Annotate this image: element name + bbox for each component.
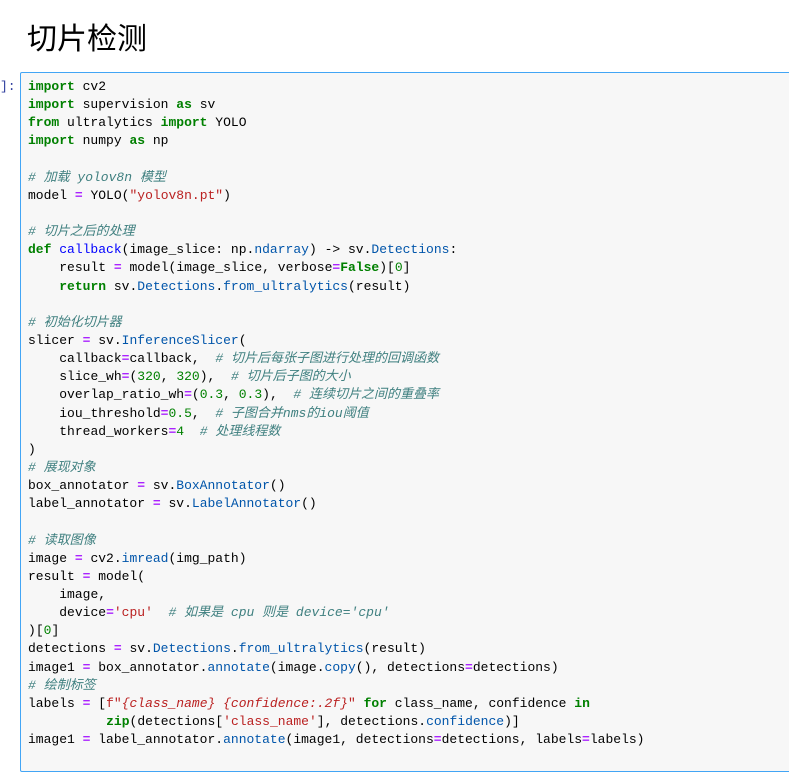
code-line: image, [59,586,107,602]
code-line: )[0] [28,623,60,639]
code-line: callback=callback, # 切片后每张子图进行处理的回调函数 [59,351,439,367]
page-title: 切片检测 [27,22,147,57]
code-line: # 切片之后的处理 [28,224,135,240]
code-line: overlap_ratio_wh=(0.3, 0.3), # 连续切片之间的重叠… [59,387,439,403]
code-line: iou_threshold=0.5, # 子图合并nms的iou阈值 [59,405,369,421]
code-line: # 初始化切片器 [28,314,122,330]
code-line: label_annotator = sv.LabelAnnotator() [28,496,317,512]
code-line: detections = sv.Detections.from_ultralyt… [28,641,426,657]
code-line: image1 = label_annotator.annotate(image1… [28,732,645,748]
code-line: # 展现对象 [28,459,96,475]
code-line: return sv.Detections.from_ultralytics(re… [59,278,411,294]
code-line: slicer = sv.InferenceSlicer( [28,332,247,348]
code-cell[interactable]: import cv2 import supervision as sv from u… [20,72,789,772]
code-line: zip(detections['class_name'], detections… [106,713,520,729]
code-line: result = model(image_slice, verbose=Fals… [59,260,411,276]
code-line: def callback(image_slice: np.ndarray) ->… [28,242,458,258]
code-line: # 加载 yolov8n 模型 [28,169,166,185]
code-line: device='cpu' # 如果是 cpu 则是 device='cpu' [59,605,390,621]
code-line: import numpy as np [28,133,169,149]
code-line: box_annotator = sv.BoxAnnotator() [28,478,286,494]
code-line: from ultralytics import YOLO [28,115,247,131]
code-editor[interactable]: import cv2 import supervision as sv from u… [28,78,644,749]
code-line: # 读取图像 [28,532,96,548]
code-line: ) [28,441,36,457]
code-line: import cv2 [28,79,107,94]
code-line: import supervision as sv [28,97,216,113]
code-line: model = YOLO("yolov8n.pt") [28,187,231,203]
code-line: # 绘制标签 [28,677,96,693]
code-line: slice_wh=(320, 320), # 切片后子图的大小 [59,369,351,385]
cell-prompt: ]: [0,79,16,94]
code-line: image = cv2.imread(img_path) [28,550,247,566]
code-line: labels = [f"{class_name} {confidence:.2f… [28,695,590,711]
code-line: image1 = box_annotator.annotate(image.co… [28,659,559,675]
code-line: result = model( [28,568,146,584]
code-line: thread_workers=4 # 处理线程数 [59,423,281,439]
